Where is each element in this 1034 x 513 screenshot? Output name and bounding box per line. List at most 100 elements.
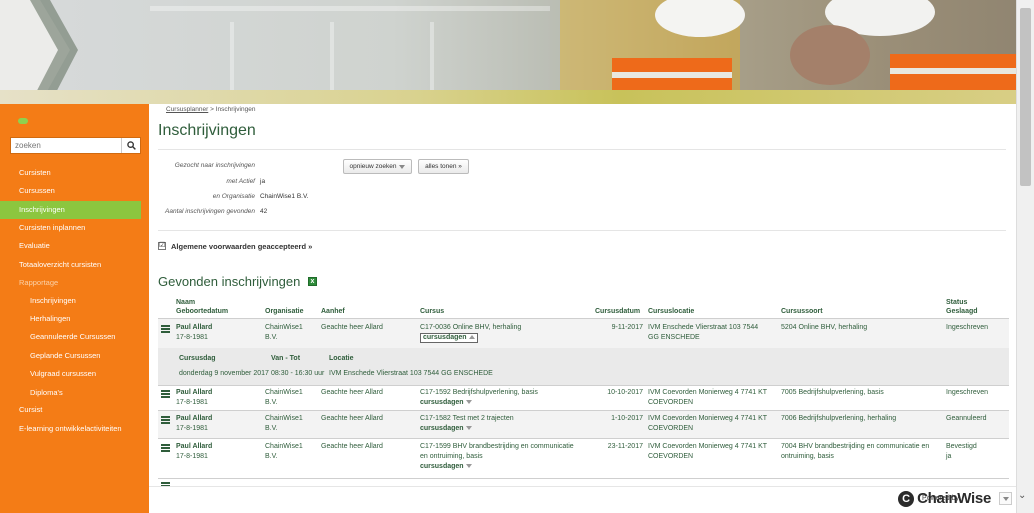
cell-cursus[interactable]: C17-1592 Bedrijfshulpverlening, basis: [420, 388, 538, 398]
detail-header-van-tot: Van - Tot: [271, 355, 301, 362]
sidebar-toggle[interactable]: [18, 118, 28, 124]
sidebar-subitem-diplomas[interactable]: Diploma's: [0, 384, 149, 402]
sidebar-item-cursisten[interactable]: Cursisten: [0, 164, 149, 182]
vertical-scrollbar[interactable]: [1016, 0, 1034, 513]
col-header-cursus[interactable]: Cursus: [420, 307, 444, 316]
footer: Powered by C ChainWise: [149, 486, 1016, 513]
cell-aanhef: Geachte heer Allard: [321, 324, 383, 331]
cell-cursusdatum: 23-11-2017: [607, 443, 643, 450]
col-header-cursusdatum[interactable]: Cursusdatum: [595, 307, 640, 316]
cell-cursussoort: 5204 Online BHV, herhaling: [781, 324, 868, 331]
col-header-cursuslocatie[interactable]: Cursuslocatie: [648, 307, 694, 316]
cell-status: Ingeschreven: [946, 389, 989, 396]
summary-label-gezocht: Gezocht naar inschrijvingen: [174, 162, 255, 169]
sidebar-item-totaaloverzicht[interactable]: Totaaloverzicht cursisten: [0, 256, 149, 274]
cell-organisatie: ChainWise1: [265, 389, 303, 396]
search-input[interactable]: [11, 138, 123, 153]
sidebar-subitem-inschrijvingen[interactable]: Inschrijvingen: [0, 292, 149, 310]
cell-organisatie-2: B.V.: [265, 399, 278, 406]
sidebar-subitem-geplande-cursussen[interactable]: Geplande Cursussen: [0, 347, 149, 365]
summary-label-actief: met Actief: [226, 178, 255, 185]
col-header-organisatie[interactable]: Organisatie: [265, 307, 304, 316]
sidebar-subitem-herhalingen[interactable]: Herhalingen: [0, 310, 149, 328]
detail-locatie: IVM Enschede Vlierstraat 103 7544 GG ENS…: [329, 370, 493, 377]
detail-header-locatie: Locatie: [329, 355, 354, 362]
list-icon[interactable]: [161, 416, 170, 424]
col-header-geboortedatum[interactable]: Geboortedatum: [176, 307, 228, 316]
col-header-naam[interactable]: Naam: [176, 298, 195, 307]
show-all-label: alles tonen »: [425, 163, 462, 170]
cell-cursus-2[interactable]: en ontruiming, basis: [420, 452, 483, 462]
new-search-button[interactable]: opnieuw zoeken: [343, 159, 412, 174]
list-icon[interactable]: [161, 444, 170, 452]
cell-naam[interactable]: Paul Allard: [176, 414, 212, 424]
chevron-down-icon[interactable]: ⌄: [1018, 490, 1026, 501]
sidebar-subitem-vulgraad-cursussen[interactable]: Vulgraad cursussen: [0, 365, 149, 383]
footer-collapse-button[interactable]: [999, 492, 1012, 505]
cell-organisatie-2: B.V.: [265, 334, 278, 341]
divider: [158, 230, 1006, 231]
search-box: [10, 137, 141, 154]
sidebar-subitem-geannuleerde-cursussen[interactable]: Geannuleerde Cursussen: [0, 328, 149, 346]
cell-cursussoort-2: ontruiming, basis: [781, 453, 834, 460]
cursusdagen-toggle[interactable]: cursusdagen: [420, 398, 472, 408]
col-header-geslaagd[interactable]: Geslaagd: [946, 307, 978, 316]
cell-cursuslocatie: IVM Coevorden Monierweg 4 7741 KT: [648, 443, 768, 450]
search-button[interactable]: [121, 138, 140, 153]
sidebar-item-rapportage[interactable]: Rapportage: [0, 274, 149, 292]
row-divider: [158, 478, 1009, 479]
chevron-down-icon: [465, 464, 472, 469]
cell-naam[interactable]: Paul Allard: [176, 388, 212, 398]
list-icon[interactable]: [161, 325, 170, 333]
col-header-aanhef[interactable]: Aanhef: [321, 307, 345, 316]
cell-cursusdatum: 9-11-2017: [611, 324, 643, 331]
col-header-cursussoort[interactable]: Cursussoort: [781, 307, 823, 316]
cursusdagen-toggle[interactable]: cursusdagen: [420, 424, 472, 434]
cell-cursuslocatie-2: COEVORDEN: [648, 399, 694, 406]
cell-cursussoort: 7005 Bedrijfshulpverlening, basis: [781, 389, 884, 396]
cell-geslaagd: ja: [946, 453, 952, 460]
cell-cursuslocatie: IVM Coevorden Monierweg 4 7741 KT: [648, 415, 768, 422]
cell-cursus[interactable]: C17-1582 Test met 2 trajecten: [420, 414, 514, 424]
cell-cursuslocatie-2: GG ENSCHEDE: [648, 334, 700, 341]
breadcrumb-current: Inschrijvingen: [215, 106, 256, 113]
cell-aanhef: Geachte heer Allard: [321, 443, 383, 450]
list-icon[interactable]: [161, 390, 170, 398]
cell-status: Ingeschreven: [946, 324, 989, 331]
terms-accepted-link[interactable]: Algemene voorwaarden geaccepteerd »: [171, 242, 312, 251]
scrollbar-thumb[interactable]: [1020, 8, 1031, 186]
sidebar-item-cursisten-inplannen[interactable]: Cursisten inplannen: [0, 219, 149, 237]
chevron-down-icon: [399, 164, 406, 169]
cell-aanhef: Geachte heer Allard: [321, 389, 383, 396]
cursusdagen-toggle[interactable]: cursusdagen: [420, 462, 472, 472]
col-header-status[interactable]: Status: [946, 298, 967, 307]
detail-van-tot: 08:30 - 16:30 uur: [271, 370, 325, 377]
cursusdagen-toggle[interactable]: cursusdagen: [420, 333, 478, 343]
cell-naam[interactable]: Paul Allard: [176, 323, 212, 333]
chainwise-logo-icon: C: [898, 490, 915, 507]
new-search-label: opnieuw zoeken: [349, 163, 397, 170]
sidebar-item-e-learning[interactable]: E-learning ontwikkelactiviteiten: [0, 420, 149, 438]
cell-cursus[interactable]: C17-0036 Online BHV, herhaling: [420, 323, 521, 333]
show-all-button[interactable]: alles tonen »: [418, 159, 469, 174]
breadcrumb: Cursusplanner > Inschrijvingen: [166, 106, 255, 113]
cell-naam[interactable]: Paul Allard: [176, 442, 212, 452]
terms-checkbox[interactable]: ☑: [158, 242, 166, 250]
excel-export-icon[interactable]: x: [308, 277, 317, 286]
sidebar-item-cursussen[interactable]: Cursussen: [0, 182, 149, 200]
sidebar-item-inschrijvingen[interactable]: Inschrijvingen: [0, 201, 141, 219]
main-content: Cursusplanner > Inschrijvingen Inschrijv…: [149, 104, 1015, 486]
cell-cursuslocatie: IVM Coevorden Monierweg 4 7741 KT: [648, 389, 768, 396]
chainwise-logo: C ChainWise: [898, 490, 991, 507]
sidebar-item-evaluatie[interactable]: Evaluatie: [0, 237, 149, 255]
banner-artwork: [0, 0, 1016, 104]
cell-cursus[interactable]: C17-1599 BHV brandbestrijding en communi…: [420, 442, 574, 452]
breadcrumb-link-cursusplanner[interactable]: Cursusplanner: [166, 106, 208, 113]
detail-header-cursusdag: Cursusdag: [179, 355, 216, 362]
sidebar-item-cursist[interactable]: Cursist: [0, 401, 149, 419]
cursusdagen-label: cursusdagen: [420, 463, 464, 470]
chevron-up-icon: [468, 335, 475, 340]
page-title: Inschrijvingen: [158, 122, 256, 139]
cell-cursuslocatie: IVM Enschede Vlierstraat 103 7544: [648, 324, 759, 331]
cell-organisatie-2: B.V.: [265, 453, 278, 460]
